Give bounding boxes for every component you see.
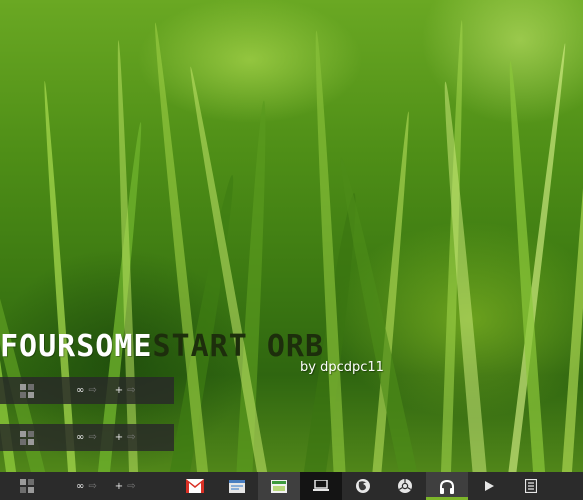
laptop-icon — [313, 480, 329, 491]
taskbar-music-button[interactable] — [426, 472, 468, 500]
gmail-icon — [186, 479, 204, 493]
title-foursome: FOURSOME — [0, 329, 153, 364]
quicklaunch-infinity[interactable]: ∞ ⇨ — [76, 481, 97, 492]
arrow-right-icon: ⇨ — [127, 385, 136, 396]
headphones-icon — [440, 479, 454, 494]
arrow-right-icon: ⇨ — [127, 480, 136, 492]
taskbar-computer-button[interactable] — [300, 472, 342, 500]
taskbar: ∞ ⇨ + ⇨ — [0, 472, 583, 500]
taskbar-chrome-button[interactable] — [384, 472, 426, 500]
taskbar-media-button[interactable] — [468, 472, 510, 500]
arrow-right-icon: ⇨ — [88, 432, 97, 443]
quicklaunch-infinity[interactable]: ∞ ⇨ — [76, 385, 97, 396]
quicklaunch-plus[interactable]: + ⇨ — [115, 432, 136, 443]
taskbar-start-area: ∞ ⇨ + ⇨ — [0, 472, 174, 500]
chrome-icon — [398, 479, 412, 493]
taskbar-image-button[interactable] — [258, 472, 300, 500]
page-title: FOURSOME START ORB — [0, 326, 324, 362]
taskbar-gmail-button[interactable] — [174, 472, 216, 500]
author-byline: by dpcdpc11 — [300, 360, 384, 375]
quicklaunch-infinity[interactable]: ∞ ⇨ — [76, 432, 97, 443]
quicklaunch-plus[interactable]: + ⇨ — [115, 481, 136, 492]
image-icon — [271, 479, 287, 493]
arrow-right-icon: ⇨ — [88, 385, 97, 396]
taskbar-notes-button[interactable] — [510, 472, 552, 500]
desktop: FOURSOME START ORB by dpcdpc11 ∞ ⇨ + ⇨ ∞… — [0, 0, 583, 500]
play-icon — [485, 481, 494, 491]
taskbar-firefox-button[interactable] — [342, 472, 384, 500]
start-orb-icon[interactable] — [20, 479, 34, 493]
start-orb-icon[interactable] — [20, 430, 34, 445]
taskbar-window-button[interactable] — [216, 472, 258, 500]
notepad-icon — [525, 479, 537, 493]
preview-bar-1: ∞ ⇨ + ⇨ — [0, 377, 174, 404]
firefox-icon — [356, 479, 370, 493]
quicklaunch-plus[interactable]: + ⇨ — [115, 385, 136, 396]
arrow-right-icon: ⇨ — [88, 480, 97, 492]
title-start-orb: START ORB — [152, 329, 325, 364]
window-icon — [229, 479, 245, 493]
preview-bar-2: ∞ ⇨ + ⇨ — [0, 424, 174, 451]
start-orb-icon[interactable] — [20, 383, 34, 398]
arrow-right-icon: ⇨ — [127, 432, 136, 443]
